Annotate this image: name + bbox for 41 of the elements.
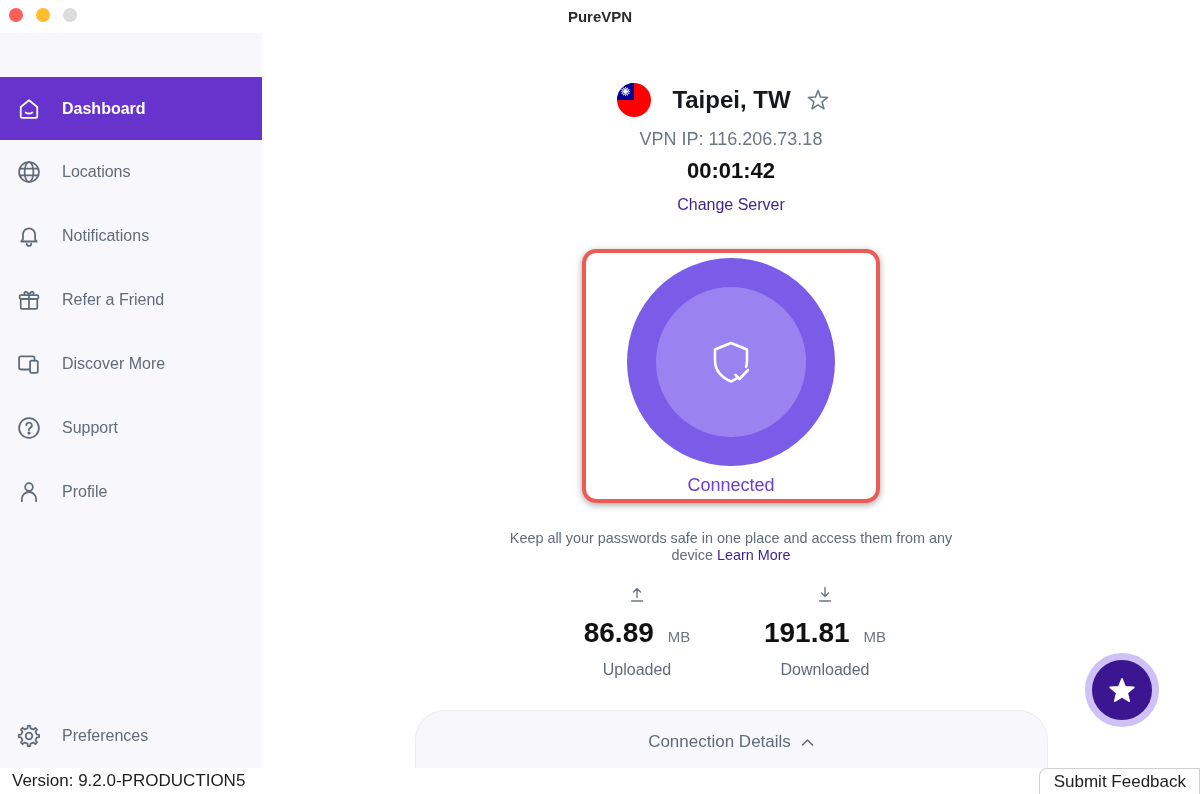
sidebar-item[interactable]: Dashboard xyxy=(0,77,262,140)
flag-icon xyxy=(617,83,652,117)
traffic-label: Uploaded xyxy=(602,660,672,680)
gift-icon xyxy=(18,289,40,311)
shield-check-icon xyxy=(711,340,751,384)
traffic-value: 86.89 xyxy=(583,617,654,649)
star-icon[interactable] xyxy=(806,89,829,111)
close-button[interactable] xyxy=(9,8,23,22)
devices-icon xyxy=(18,353,40,375)
sidebar-item[interactable]: Discover More xyxy=(0,332,262,396)
change-server-link[interactable]: Change Server xyxy=(677,195,785,215)
bell-icon xyxy=(18,225,40,247)
traffic-value: 191.81 xyxy=(763,617,850,649)
traffic-unit: MB xyxy=(667,628,691,645)
upload-arrow-icon xyxy=(630,586,644,602)
vpn-ip-text: VPN IP: 116.206.73.18 xyxy=(639,128,823,150)
version-text: Version: 9.2.0-PRODUCTION5 xyxy=(11,771,246,791)
person-icon xyxy=(18,481,40,503)
connection-status: Connected xyxy=(687,474,775,496)
traffic-unit: MB xyxy=(863,628,887,645)
traffic-label: Downloaded xyxy=(780,660,870,680)
promo-text: Keep all your passwords safe in one place and access them from any device Learn More xyxy=(508,530,954,564)
sidebar-item[interactable]: Locations xyxy=(0,140,262,204)
connection-details-panel[interactable]: Connection Details xyxy=(414,710,1048,768)
submit-feedback-button[interactable]: Submit Feedback xyxy=(1038,768,1200,794)
connection-timer: 00:01:42 xyxy=(686,158,776,184)
globe-icon xyxy=(18,161,40,183)
location-name: Taipei, TW xyxy=(672,86,791,114)
star-icon xyxy=(1109,677,1135,703)
sidebar-item[interactable]: Support xyxy=(0,396,262,460)
sidebar-item[interactable]: Refer a Friend xyxy=(0,268,262,332)
download-arrow-icon xyxy=(818,586,832,602)
help-icon xyxy=(18,417,40,439)
caret-icon xyxy=(800,737,814,747)
sidebar-item[interactable]: Notifications xyxy=(0,204,262,268)
home-icon xyxy=(18,97,40,120)
window-title: PureVPN xyxy=(567,8,633,25)
sidebar-item[interactable]: Profile xyxy=(0,460,262,524)
learn-more-link[interactable]: Learn More xyxy=(717,547,791,563)
sidebar-item[interactable]: Preferences xyxy=(0,704,262,768)
settings-icon xyxy=(18,725,40,747)
